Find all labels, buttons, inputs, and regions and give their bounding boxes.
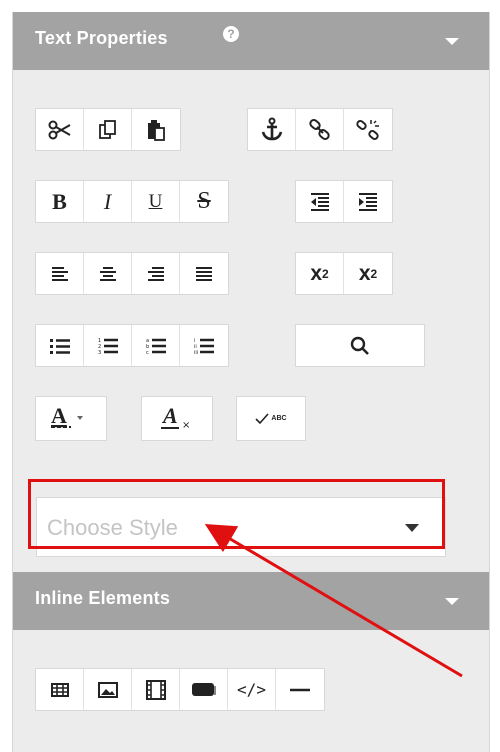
horizontal-rule-icon[interactable] xyxy=(276,669,324,710)
align-center-icon[interactable] xyxy=(84,253,132,294)
code-icon[interactable]: </> xyxy=(228,669,276,710)
style-select-placeholder: Choose Style xyxy=(47,515,178,540)
justify-icon[interactable] xyxy=(180,253,228,294)
link-group xyxy=(247,108,393,151)
script-group: x2 x2 xyxy=(295,252,393,295)
button-element-icon[interactable] xyxy=(180,669,228,710)
spellcheck-icon[interactable]: ABC xyxy=(237,397,305,440)
search-group xyxy=(295,324,425,367)
underline-icon[interactable]: U xyxy=(132,181,180,222)
roman-list-icon[interactable]: i ii iii xyxy=(180,325,228,366)
strikethrough-icon[interactable]: S xyxy=(180,181,228,222)
subscript-icon[interactable]: x2 xyxy=(344,253,392,294)
image-icon[interactable] xyxy=(84,669,132,710)
video-icon[interactable] xyxy=(132,669,180,710)
indent-group xyxy=(295,180,393,223)
inline-elements-title: Inline Elements xyxy=(35,588,171,608)
properties-panel: Text Properties ? B I U S x 2 x 2 1 2 3 … xyxy=(12,12,490,752)
cut-icon[interactable] xyxy=(36,109,84,150)
text-color-icon[interactable]: A xyxy=(36,397,106,440)
list-group: 123 abc i ii iii xyxy=(35,324,229,367)
spellcheck-group: ABC xyxy=(236,396,306,441)
anchor-icon[interactable] xyxy=(248,109,296,150)
text-properties-title: Text Properties xyxy=(35,28,168,48)
search-icon[interactable] xyxy=(296,325,424,366)
alpha-list-icon[interactable]: abc xyxy=(132,325,180,366)
svg-text:3: 3 xyxy=(98,350,101,355)
bold-icon[interactable]: B xyxy=(36,181,84,222)
alignment-group xyxy=(35,252,229,295)
text-style-group: B I U S xyxy=(35,180,229,223)
bullet-list-icon[interactable] xyxy=(36,325,84,366)
align-left-icon[interactable] xyxy=(36,253,84,294)
link-icon[interactable] xyxy=(296,109,344,150)
outdent-icon[interactable] xyxy=(296,181,344,222)
paste-icon[interactable] xyxy=(132,109,180,150)
inline-elements-header[interactable]: Inline Elements xyxy=(13,572,489,630)
question-circle-icon[interactable]: ? xyxy=(223,26,239,42)
italic-icon[interactable]: I xyxy=(84,181,132,222)
numbered-list-icon[interactable]: 123 xyxy=(84,325,132,366)
table-icon[interactable] xyxy=(36,669,84,710)
chevron-down-icon[interactable] xyxy=(445,38,459,45)
style-select[interactable]: Choose Style xyxy=(36,497,446,557)
chevron-down-icon[interactable] xyxy=(445,598,459,605)
unlink-icon[interactable] xyxy=(344,109,392,150)
svg-text:A: A xyxy=(161,404,178,428)
svg-text:×: × xyxy=(182,420,190,431)
align-right-icon[interactable] xyxy=(132,253,180,294)
superscript-icon[interactable]: x2 xyxy=(296,253,344,294)
copy-icon[interactable] xyxy=(84,109,132,150)
dropdown-arrow-icon[interactable] xyxy=(405,524,419,532)
svg-text:A: A xyxy=(51,404,67,428)
clipboard-group xyxy=(35,108,181,151)
text-color-group: A xyxy=(35,396,107,441)
svg-text:c: c xyxy=(146,350,149,355)
clear-formatting-icon[interactable]: A × xyxy=(142,397,212,440)
svg-text:iii: iii xyxy=(194,350,198,355)
clear-format-group: A × xyxy=(141,396,213,441)
indent-icon[interactable] xyxy=(344,181,392,222)
inline-elements-group: </> xyxy=(35,668,325,711)
text-properties-header[interactable]: Text Properties ? xyxy=(13,12,489,70)
